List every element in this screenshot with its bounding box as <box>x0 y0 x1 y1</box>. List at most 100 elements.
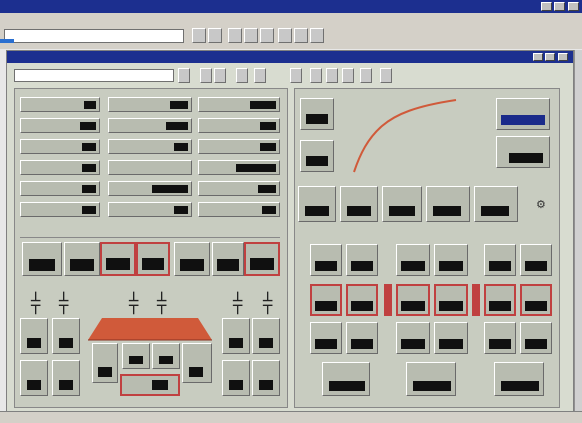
total-cell[interactable] <box>494 362 544 396</box>
param-cell[interactable] <box>426 186 470 222</box>
cycle-cell[interactable] <box>434 322 468 354</box>
position-cell[interactable] <box>120 374 180 396</box>
cycle-cell[interactable] <box>484 244 516 276</box>
command-button[interactable] <box>100 242 136 276</box>
param-cell[interactable] <box>340 186 378 222</box>
cycle-cell[interactable] <box>310 322 342 354</box>
status-cell[interactable] <box>198 97 280 112</box>
toolbar-button-8[interactable] <box>310 28 324 43</box>
cycle-cell[interactable] <box>396 244 430 276</box>
param-cell[interactable] <box>474 186 518 222</box>
status-cell[interactable] <box>20 160 100 175</box>
toolbar-combo[interactable] <box>4 29 184 43</box>
status-cell[interactable] <box>108 97 192 112</box>
child-tool-2[interactable] <box>200 68 212 83</box>
child-tool-9[interactable] <box>342 68 354 83</box>
close-button[interactable] <box>568 2 579 11</box>
toolbar-button-5[interactable] <box>260 28 274 43</box>
command-button[interactable] <box>64 242 100 276</box>
status-cell[interactable] <box>108 202 192 217</box>
status-cell[interactable] <box>20 202 100 217</box>
cycle-cell[interactable] <box>434 244 468 276</box>
command-button[interactable] <box>174 242 210 276</box>
status-cell[interactable] <box>198 202 280 217</box>
cycle-cell[interactable] <box>346 322 378 354</box>
total-cell[interactable] <box>406 362 456 396</box>
toolbar-button-2[interactable] <box>208 28 222 43</box>
toolbar-button-6[interactable] <box>278 28 292 43</box>
contact-icon: ⊥ ⊤ <box>232 289 244 317</box>
toolbar-button-1[interactable] <box>192 28 206 43</box>
toolbar-button-7[interactable] <box>294 28 308 43</box>
status-cell[interactable] <box>108 181 192 196</box>
status-cell[interactable] <box>20 97 100 112</box>
position-cell[interactable] <box>20 318 48 354</box>
cycle-cell[interactable] <box>520 244 552 276</box>
cycle-cell[interactable] <box>434 284 468 316</box>
readout-cell[interactable] <box>496 98 550 130</box>
command-button[interactable] <box>136 242 170 276</box>
status-cell[interactable] <box>198 160 280 175</box>
position-cell[interactable] <box>152 343 180 369</box>
cycle-cell[interactable] <box>520 322 552 354</box>
child-combo[interactable] <box>14 69 174 82</box>
param-cell[interactable] <box>382 186 422 222</box>
command-button[interactable] <box>212 242 244 276</box>
child-close-button[interactable] <box>558 53 568 61</box>
child-tool-1[interactable] <box>178 68 190 83</box>
child-tool-11[interactable] <box>380 68 392 83</box>
status-cell[interactable] <box>20 139 100 154</box>
status-cell[interactable] <box>198 139 280 154</box>
contact-icon: ⊥ ⊤ <box>262 289 274 317</box>
child-tool-7[interactable] <box>310 68 322 83</box>
param-cell[interactable] <box>298 186 336 222</box>
position-cell[interactable] <box>222 318 250 354</box>
child-tool-5[interactable] <box>254 68 266 83</box>
position-cell[interactable] <box>122 343 150 369</box>
child-maximize-button[interactable] <box>545 53 555 61</box>
cycle-cell[interactable] <box>396 284 430 316</box>
status-cell[interactable] <box>198 118 280 133</box>
cycle-cell[interactable] <box>520 284 552 316</box>
status-cell[interactable] <box>108 118 192 133</box>
command-button[interactable] <box>244 242 280 276</box>
cycle-cell[interactable] <box>396 322 430 354</box>
maximize-button[interactable] <box>554 2 565 11</box>
position-cell[interactable] <box>252 318 280 354</box>
child-tool-3[interactable] <box>214 68 226 83</box>
position-cell[interactable] <box>52 318 80 354</box>
total-cell[interactable] <box>322 362 370 396</box>
cycle-cell[interactable] <box>310 284 342 316</box>
minimize-button[interactable] <box>541 2 552 11</box>
position-cell[interactable] <box>252 360 280 396</box>
child-minimize-button[interactable] <box>533 53 543 61</box>
status-cell[interactable] <box>198 181 280 196</box>
command-button[interactable] <box>22 242 62 276</box>
child-tool-8[interactable] <box>326 68 338 83</box>
position-cell[interactable] <box>52 360 80 396</box>
status-bar <box>0 411 582 423</box>
position-cell[interactable] <box>182 343 212 383</box>
child-tool-4[interactable] <box>236 68 248 83</box>
child-tool-6[interactable] <box>290 68 302 83</box>
position-cell[interactable] <box>20 360 48 396</box>
cycle-cell[interactable] <box>346 284 378 316</box>
cycle-cell[interactable] <box>310 244 342 276</box>
vertical-scrollbar[interactable] <box>574 50 582 411</box>
status-cell[interactable] <box>20 118 100 133</box>
readout-cell[interactable] <box>300 98 334 130</box>
toolbar-button-4[interactable] <box>244 28 258 43</box>
cycle-cell[interactable] <box>484 284 516 316</box>
cycle-cell[interactable] <box>484 322 516 354</box>
position-cell[interactable] <box>222 360 250 396</box>
status-cell[interactable] <box>108 139 192 154</box>
position-cell[interactable] <box>92 343 118 383</box>
cycle-cell[interactable] <box>346 244 378 276</box>
status-cell[interactable] <box>108 160 192 175</box>
readout-cell[interactable] <box>300 140 334 172</box>
settings-icon[interactable]: ⚙ <box>536 198 546 211</box>
status-cell[interactable] <box>20 181 100 196</box>
toolbar-button-3[interactable] <box>228 28 242 43</box>
readout-cell[interactable] <box>496 136 550 168</box>
child-tool-10[interactable] <box>360 68 372 83</box>
